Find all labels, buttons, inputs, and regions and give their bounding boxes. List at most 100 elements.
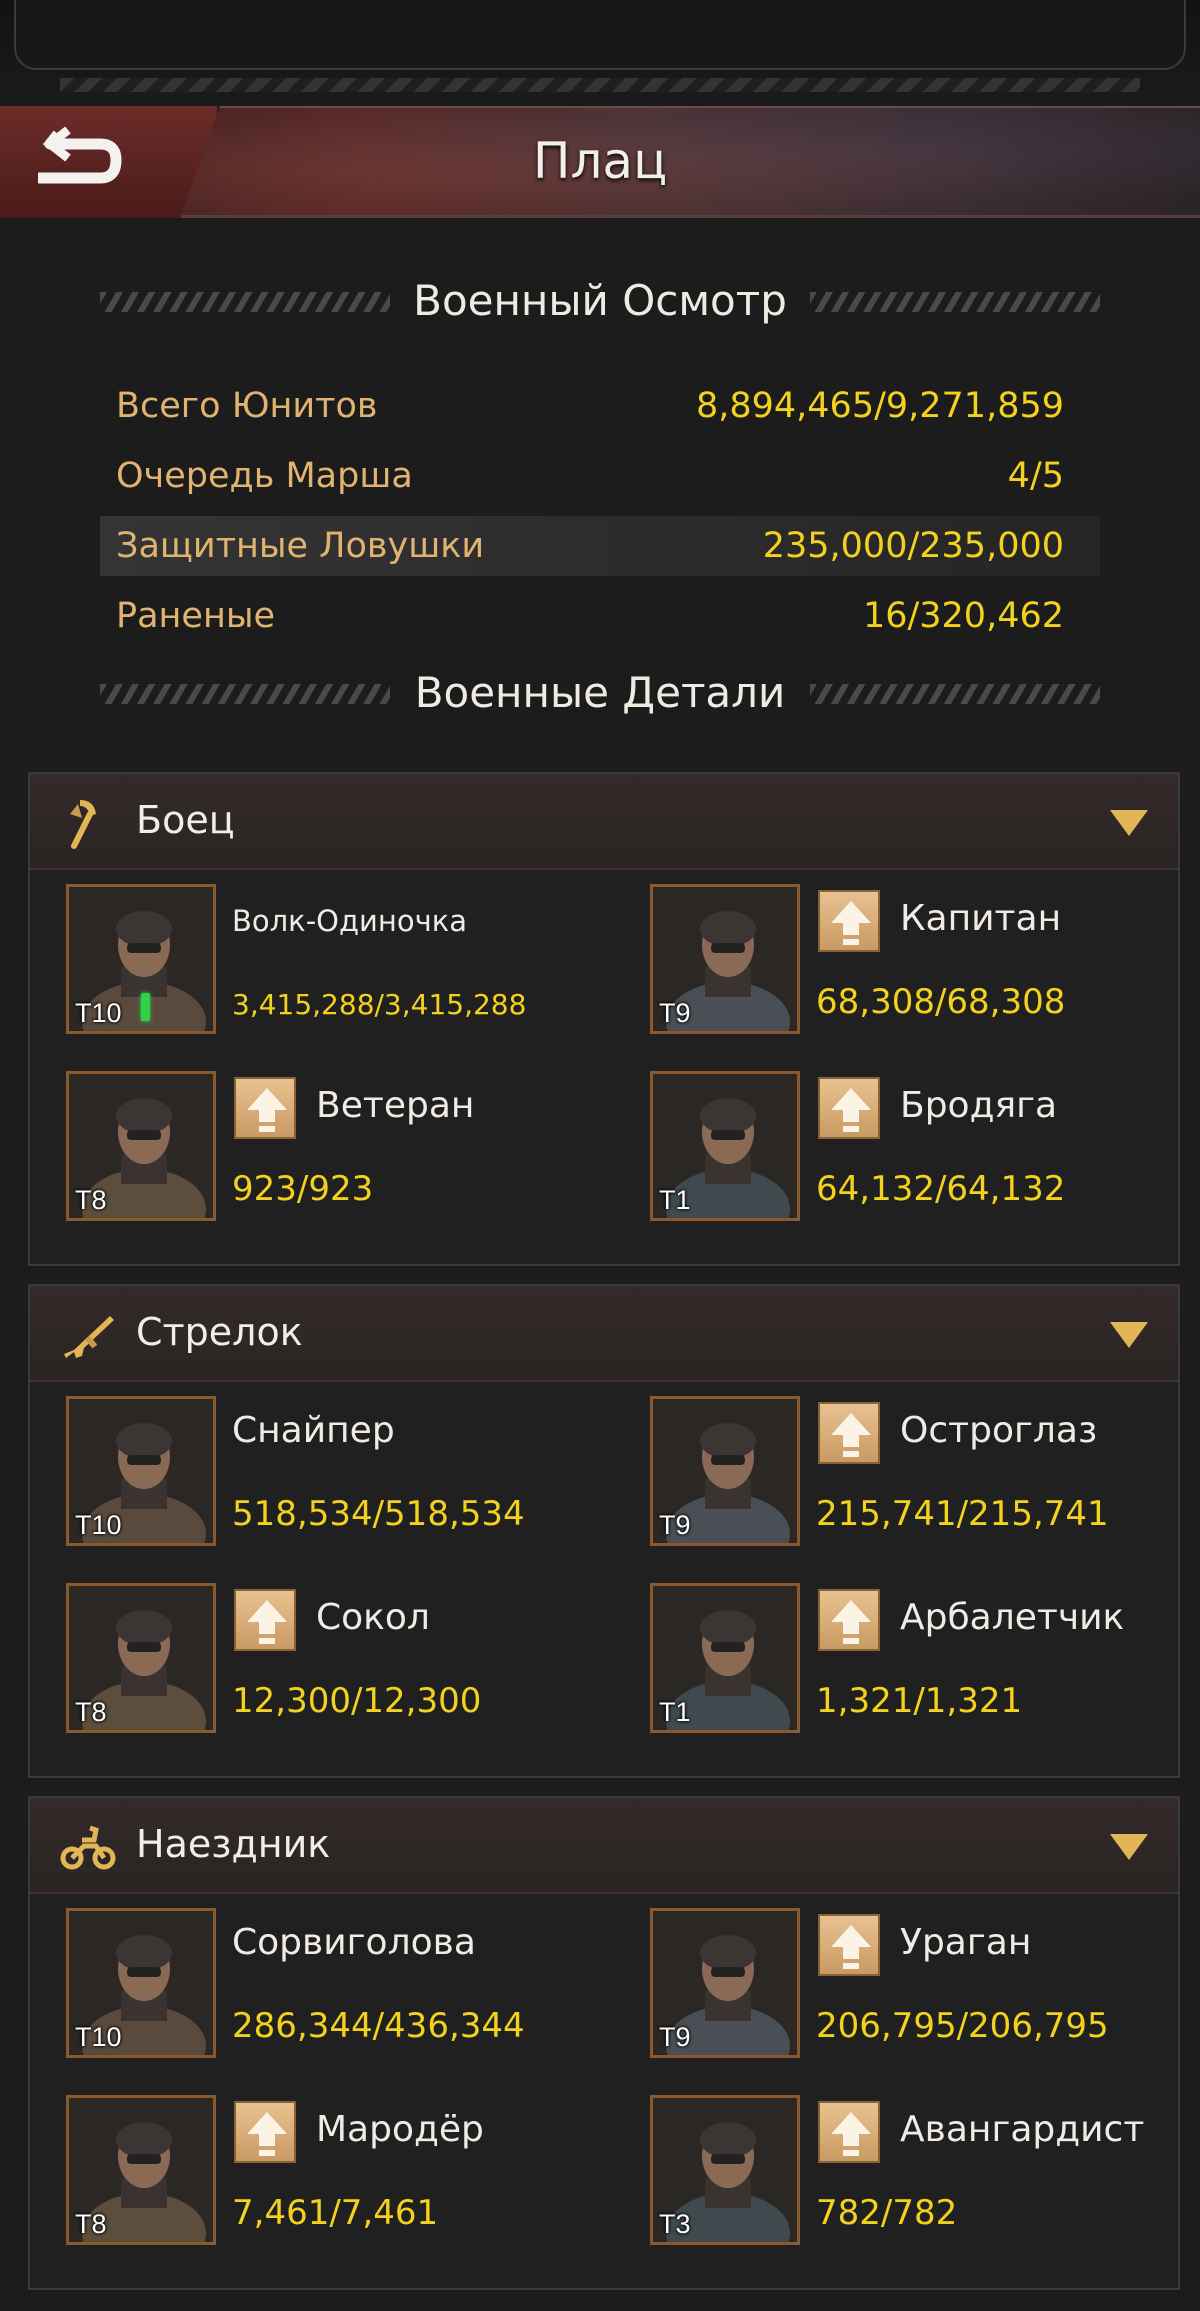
stat-row-march-queue: Очередь Марша 4/5 [100,446,1100,506]
level-indicator [141,993,150,1021]
heading-decoration [100,684,390,704]
tier-badge: T1 [659,1697,691,1727]
upgrade-button[interactable] [234,1589,296,1651]
unit-name: Капитан [900,898,1062,939]
unit-count: 286,344/436,344 [232,2006,525,2046]
tier-badge: T10 [75,2022,122,2052]
unit-portrait[interactable]: T9 [650,1908,800,2058]
unit-count: 1,321/1,321 [816,1681,1023,1721]
tier-badge: T9 [659,1510,691,1540]
upgrade-button[interactable] [818,1589,880,1651]
tier-badge: T8 [75,2209,107,2239]
top-frame [0,0,1200,105]
unit-portrait[interactable]: T8 [66,2095,216,2245]
tier-badge: T9 [659,2022,691,2052]
unit-portrait[interactable]: T9 [650,1396,800,1546]
group-header[interactable]: Боец [30,774,1178,870]
chevron-down-icon[interactable] [1110,810,1148,836]
stat-row-wounded: Раненые 16/320,462 [100,586,1100,646]
unit-count: 215,741/215,741 [816,1494,1109,1534]
stat-label: Раненые [116,596,276,636]
unit-count: 68,308/68,308 [816,982,1066,1022]
military-details-heading: Военные Детали [0,668,1200,717]
upgrade-arrow-icon [247,1600,287,1644]
group-name: Наездник [136,1822,331,1866]
upgrade-button[interactable] [818,1077,880,1139]
unit-portrait[interactable]: T10 [66,884,216,1034]
unit-card[interactable]: T9 Ураган 206,795/206,795 [650,1908,1200,2058]
chevron-down-icon[interactable] [1110,1322,1148,1348]
heading-decoration [810,684,1100,704]
unit-portrait[interactable]: T10 [66,1396,216,1546]
unit-card[interactable]: T10 Волк-Одиночка 3,415,288/3,415,288 [66,884,626,1034]
unit-name: Арбалетчик [900,1597,1125,1638]
stat-row-traps: Защитные Ловушки 235,000/235,000 [100,516,1100,576]
unit-card[interactable]: T9 Капитан 68,308/68,308 [650,884,1200,1034]
upgrade-button[interactable] [234,1077,296,1139]
upgrade-button[interactable] [818,890,880,952]
group-header[interactable]: Наездник [30,1798,1178,1894]
top-frame-stripe [60,78,1140,92]
stat-label: Защитные Ловушки [116,526,485,566]
unit-count: 3,415,288/3,415,288 [232,988,527,1021]
heading-decoration [100,292,390,312]
upgrade-button[interactable] [818,1402,880,1464]
tier-badge: T9 [659,998,691,1028]
upgrade-arrow-icon [247,2112,287,2156]
unit-name: Мародёр [316,2109,484,2150]
unit-card[interactable]: T8 Сокол 12,300/12,300 [66,1583,626,1733]
stat-value: 235,000/235,000 [762,526,1064,566]
unit-portrait[interactable]: T10 [66,1908,216,2058]
unit-card[interactable]: T3 Авангардист 782/782 [650,2095,1200,2245]
tier-badge: T8 [75,1697,107,1727]
unit-card[interactable]: T10 Сорвиголова 286,344/436,344 [66,1908,626,2058]
stat-row-total-units: Всего Юнитов 8,894,465/9,271,859 [100,376,1100,436]
unit-count: 64,132/64,132 [816,1169,1066,1209]
group-name: Боец [136,798,235,842]
tier-badge: T8 [75,1185,107,1215]
unit-group-panel: Боец T10 Волк-Одиночка 3,415,288/3,415,288 T… [28,772,1180,1266]
unit-portrait[interactable]: T3 [650,2095,800,2245]
stat-value: 4/5 [1007,456,1064,496]
rifle-icon [60,1306,116,1362]
upgrade-arrow-icon [831,2112,871,2156]
unit-card[interactable]: T1 Бродяга 64,132/64,132 [650,1071,1200,1221]
stat-label: Очередь Марша [116,456,413,496]
unit-name: Сокол [316,1597,430,1638]
upgrade-button[interactable] [234,2101,296,2163]
group-header[interactable]: Стрелок [30,1286,1178,1382]
tier-badge: T10 [75,998,122,1028]
unit-group-panel: Стрелок T10 Снайпер 518,534/518,534 T9 Острог… [28,1284,1180,1778]
unit-portrait[interactable]: T9 [650,884,800,1034]
unit-count: 923/923 [232,1169,374,1209]
unit-portrait[interactable]: T1 [650,1583,800,1733]
upgrade-arrow-icon [831,901,871,945]
upgrade-arrow-icon [831,1088,871,1132]
military-details-title: Военные Детали [414,668,786,717]
stat-value: 8,894,465/9,271,859 [695,386,1064,426]
stat-value: 16/320,462 [862,596,1064,636]
unit-portrait[interactable]: T8 [66,1071,216,1221]
unit-card[interactable]: T9 Остроглаз 215,741/215,741 [650,1396,1200,1546]
unit-card[interactable]: T8 Ветеран 923/923 [66,1071,626,1221]
unit-name: Волк-Одиночка [232,904,468,938]
unit-portrait[interactable]: T1 [650,1071,800,1221]
upgrade-arrow-icon [831,1600,871,1644]
military-review-title: Военный Осмотр [413,276,787,325]
unit-card[interactable]: T10 Снайпер 518,534/518,534 [66,1396,626,1546]
chevron-down-icon[interactable] [1110,1834,1148,1860]
upgrade-arrow-icon [831,1413,871,1457]
unit-portrait[interactable]: T8 [66,1583,216,1733]
unit-name: Сорвиголова [232,1922,476,1963]
heading-decoration [810,292,1100,312]
tier-badge: T10 [75,1510,122,1540]
top-frame-inner [14,0,1186,70]
tier-badge: T3 [659,2209,691,2239]
upgrade-button[interactable] [818,2101,880,2163]
military-review-heading: Военный Осмотр [0,276,1200,325]
unit-name: Ураган [900,1922,1032,1963]
upgrade-button[interactable] [818,1914,880,1976]
unit-card[interactable]: T1 Арбалетчик 1,321/1,321 [650,1583,1200,1733]
unit-card[interactable]: T8 Мародёр 7,461/7,461 [66,2095,626,2245]
unit-name: Остроглаз [900,1410,1098,1451]
